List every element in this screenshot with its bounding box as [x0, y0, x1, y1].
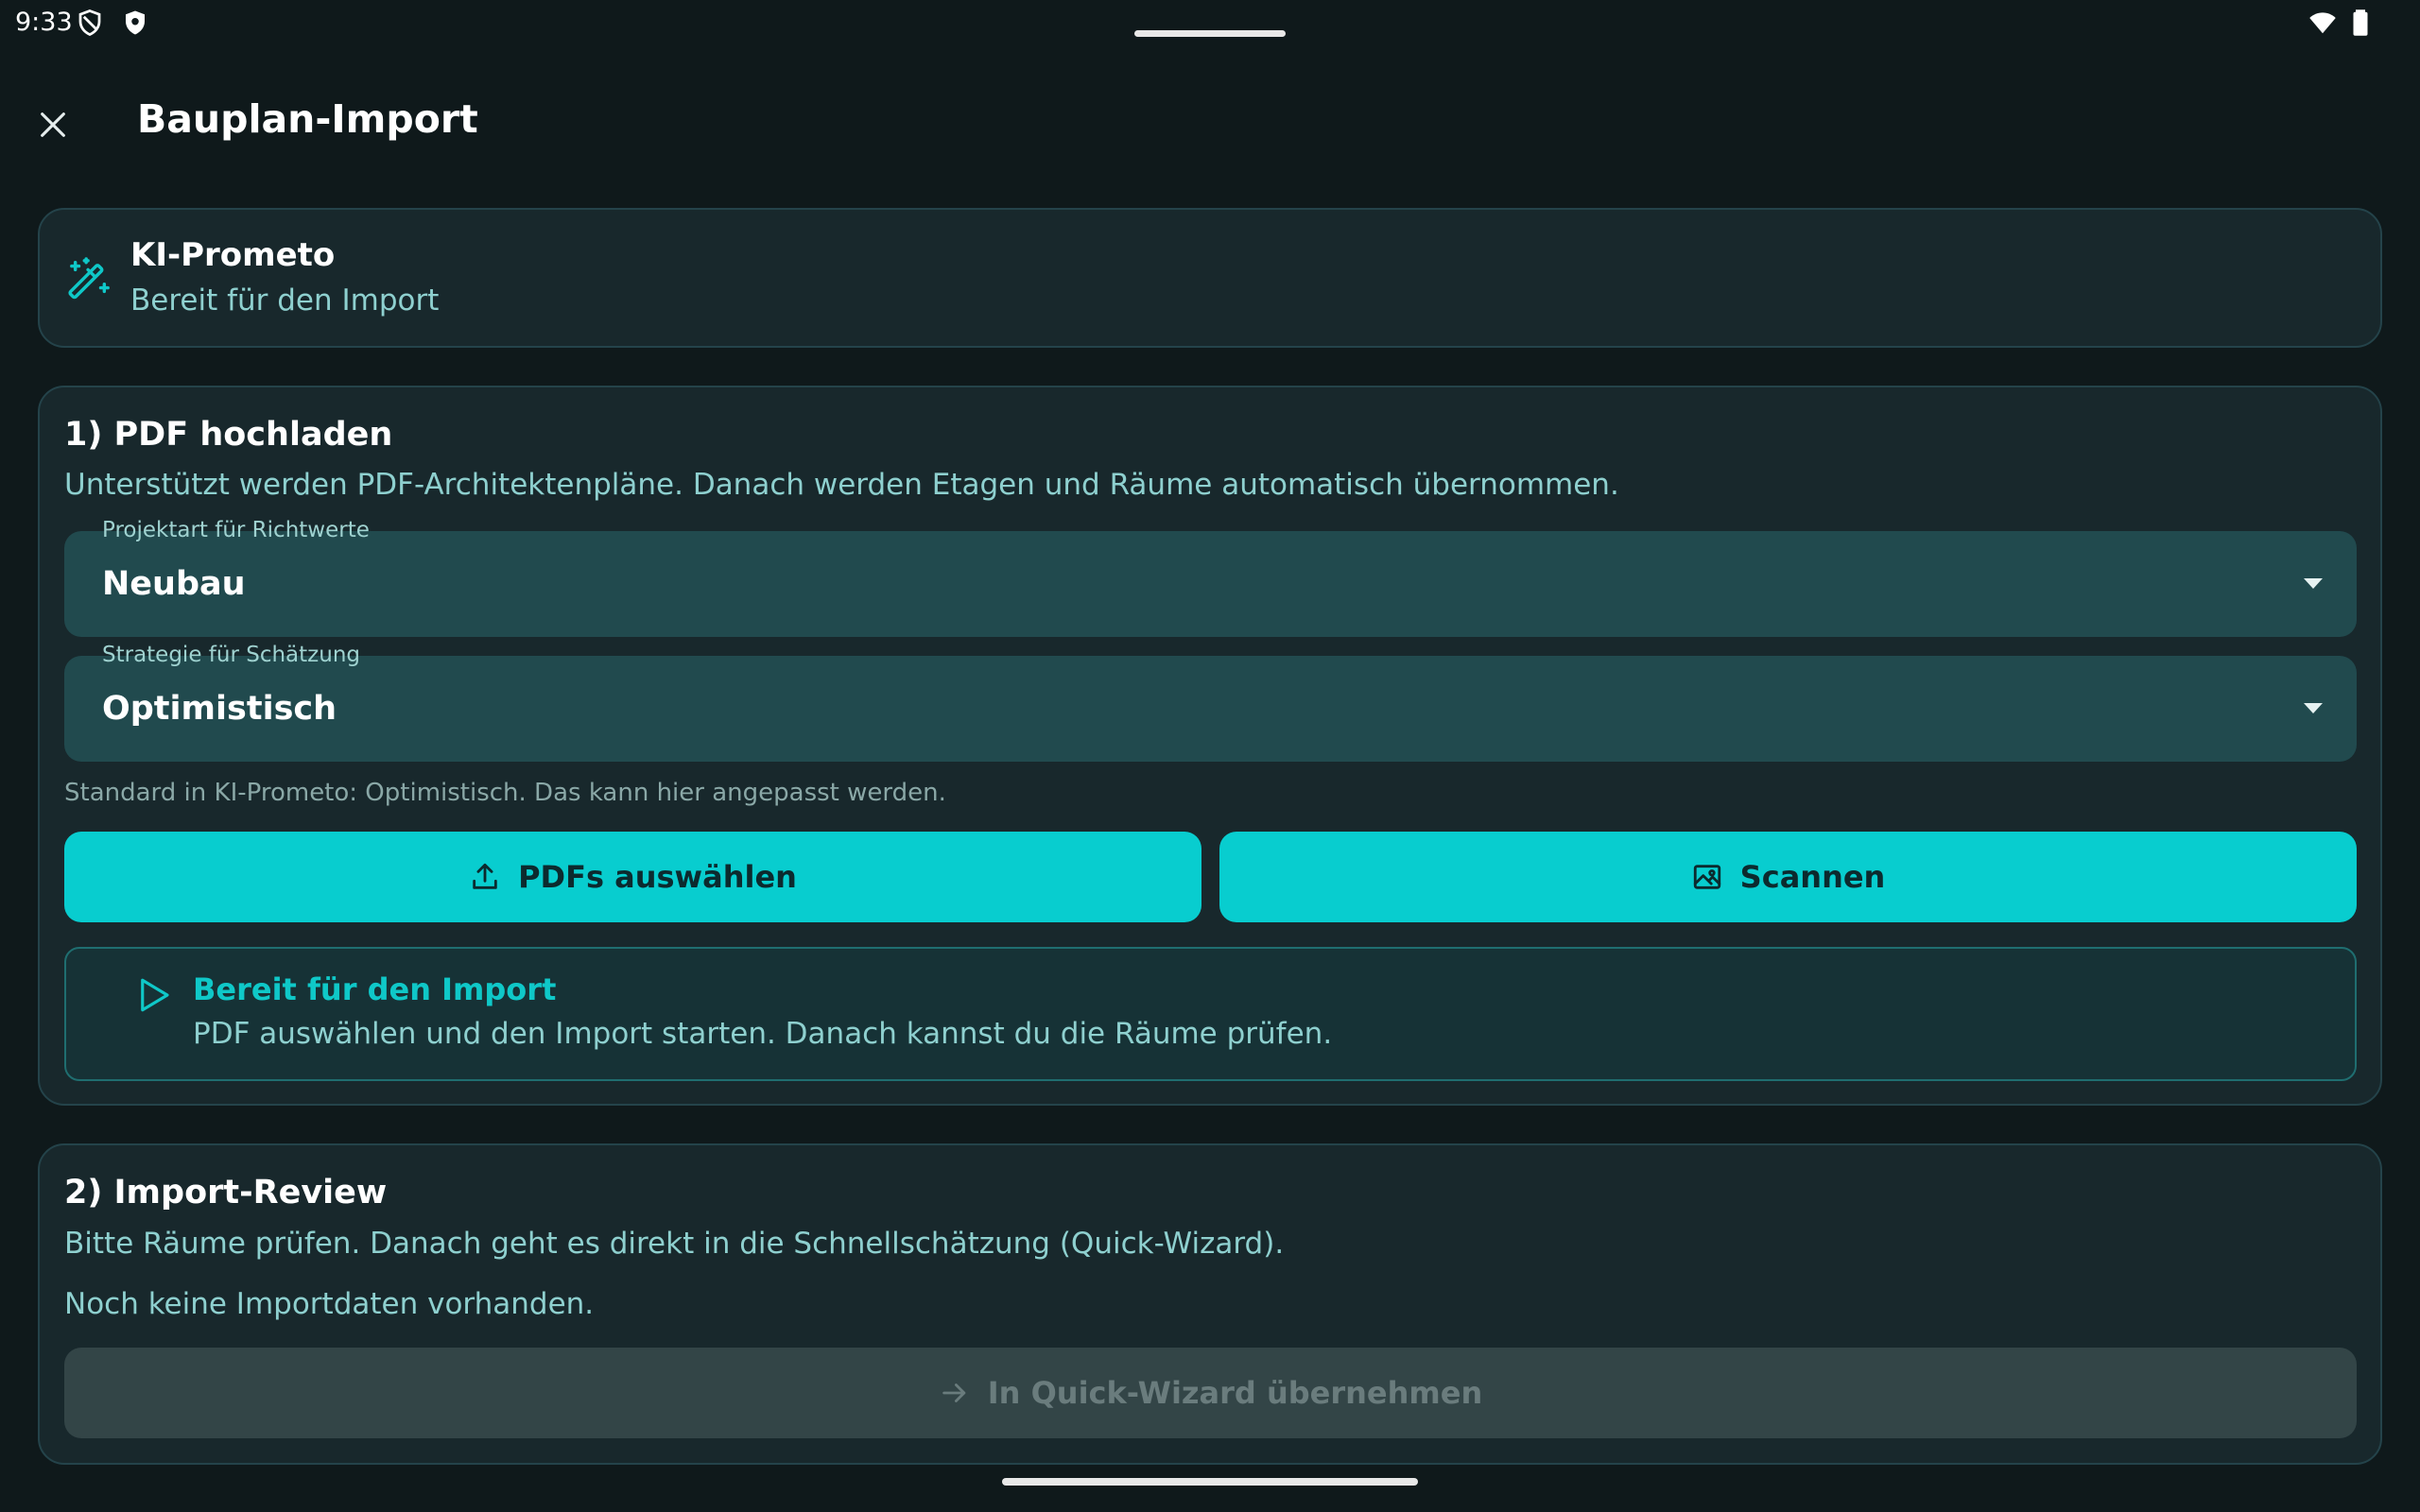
select-pdfs-label: PDFs auswählen: [518, 859, 797, 895]
ai-status-subtitle: Bereit für den Import: [130, 284, 440, 318]
strategy-value: Optimistisch: [102, 690, 337, 728]
upload-section-title: 1) PDF hochladen: [64, 416, 393, 454]
review-empty-text: Noch keine Importdaten vorhanden.: [64, 1287, 595, 1321]
dropdown-arrow-icon: [2304, 703, 2323, 713]
battery-icon: [2353, 9, 2368, 36]
ai-status-card: KI-Prometo Bereit für den Import: [38, 208, 2382, 348]
upload-icon: [473, 863, 497, 889]
review-section-title: 2) Import-Review: [64, 1174, 388, 1211]
shield-outline-icon: [78, 9, 101, 37]
strategy-hint: Standard in KI-Prometo: Optimistisch. Da…: [64, 779, 946, 807]
import-info-box: Bereit für den Import PDF auswählen und …: [64, 947, 2357, 1081]
import-info-description: PDF auswählen und den Import starten. Da…: [193, 1017, 1333, 1051]
project-type-value: Neubau: [102, 565, 246, 603]
scan-label: Scannen: [1739, 859, 1886, 895]
page-title: Bauplan-Import: [137, 96, 478, 142]
close-icon: [41, 112, 65, 137]
upload-section-description: Unterstützt werden PDF-Architektenpläne.…: [64, 468, 1619, 502]
review-section-description: Bitte Räume prüfen. Danach geht es direk…: [64, 1227, 1285, 1261]
project-type-label: Projektart für Richtwerte: [102, 518, 370, 542]
gesture-handle-bottom: [1002, 1478, 1418, 1486]
import-review-card: 2) Import-Review Bitte Räume prüfen. Dan…: [38, 1143, 2382, 1465]
import-info-title: Bereit für den Import: [193, 971, 557, 1007]
gesture-handle-top: [1134, 30, 1286, 37]
pdf-upload-card: 1) PDF hochladen Unterstützt werden PDF-…: [38, 386, 2382, 1106]
shield-badge-icon: [126, 10, 145, 35]
arrow-right-icon: [942, 1383, 966, 1402]
strategy-label: Strategie für Schätzung: [102, 643, 360, 667]
strategy-dropdown[interactable]: Strategie für Schätzung Optimistisch: [64, 643, 2357, 762]
apply-quick-wizard-label: In Quick-Wizard übernehmen: [987, 1375, 1483, 1411]
status-time: 9:33: [15, 8, 73, 37]
status-bar: 9:33: [0, 0, 2420, 45]
magic-wand-icon: [68, 257, 110, 300]
wifi-icon: [2309, 12, 2336, 34]
dropdown-arrow-icon: [2304, 578, 2323, 589]
screen: 9:33 Bauplan-Import KI-Prometo Bereit fü…: [0, 0, 2420, 1512]
apply-quick-wizard-button[interactable]: In Quick-Wizard übernehmen: [64, 1348, 2357, 1438]
play-icon: [141, 978, 169, 1012]
scan-button[interactable]: Scannen: [1219, 832, 2357, 922]
app-bar: Bauplan-Import: [0, 76, 2420, 166]
close-button[interactable]: [23, 94, 83, 155]
image-icon: [1693, 865, 1720, 889]
project-type-dropdown[interactable]: Projektart für Richtwerte Neubau: [64, 518, 2357, 637]
select-pdfs-button[interactable]: PDFs auswählen: [64, 832, 1201, 922]
ai-status-title: KI-Prometo: [130, 236, 336, 274]
